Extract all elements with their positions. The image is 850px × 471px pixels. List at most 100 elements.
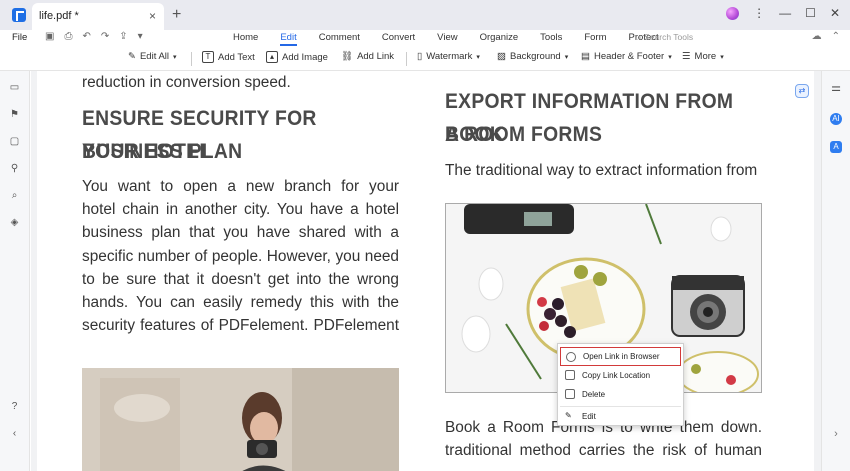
add-image-button[interactable]: ▴ Add Image: [266, 51, 328, 63]
translate-icon[interactable]: A: [830, 141, 842, 153]
toolbar-divider: [406, 52, 407, 66]
link-icon: ⛓: [341, 51, 354, 62]
document-tab-title: life.pdf *: [39, 10, 79, 22]
tab-edit[interactable]: Edit: [280, 32, 297, 46]
pdf-page[interactable]: reduction in conversion speed. ENSURE SE…: [37, 71, 814, 471]
background-label: Background: [509, 51, 561, 62]
add-text-button[interactable]: T Add Text: [202, 51, 255, 63]
bookmark-icon[interactable]: ⚑: [9, 109, 20, 120]
header-footer-icon: ▤: [581, 51, 590, 62]
undo-icon[interactable]: ↶: [82, 31, 90, 42]
tab-home[interactable]: Home: [233, 32, 258, 46]
paragraph-line: You want to open a new branch for your: [82, 178, 399, 195]
app-logo-icon: [12, 8, 26, 22]
header-footer-button[interactable]: ▤ Header & Footer ▾: [581, 51, 672, 62]
copy-location-label: Copy Link Location: [582, 371, 651, 380]
left-sidebar: ▭ ⚑ ▢ ⚲ ⌕ ◈ ? ‹: [0, 71, 30, 471]
tab-convert[interactable]: Convert: [382, 32, 415, 46]
comment-icon[interactable]: ▢: [9, 136, 20, 147]
collapse-left-icon[interactable]: ‹: [9, 428, 20, 439]
cloud-upload-icon[interactable]: ☁: [812, 31, 822, 42]
properties-icon[interactable]: ⚌: [830, 82, 842, 94]
chevron-down-icon: ▾: [720, 53, 724, 61]
tab-comment[interactable]: Comment: [319, 32, 360, 46]
image-icon: ▴: [266, 51, 278, 63]
tab-view[interactable]: View: [437, 32, 457, 46]
right-sidebar: ⚌ AI A ›: [821, 71, 850, 471]
document-viewer: reduction in conversion speed. ENSURE SE…: [31, 71, 821, 471]
watermark-icon: ▯: [417, 51, 423, 62]
collapse-right-icon[interactable]: ›: [830, 428, 842, 440]
edit-item[interactable]: ✎ Edit: [560, 407, 681, 426]
maximize-icon[interactable]: ☐: [805, 6, 816, 20]
chevron-down-icon: ▾: [173, 53, 177, 61]
translate-badge-icon[interactable]: ⇄: [795, 84, 809, 98]
paragraph-line: hands. You can easily remedy this with t…: [82, 294, 399, 312]
page-thumbnail-icon[interactable]: ▭: [9, 82, 20, 93]
more-label: More: [694, 51, 717, 62]
search-tools-placeholder: Search Tools: [644, 32, 694, 42]
add-image-label: Add Image: [282, 51, 328, 63]
add-text-label: Add Text: [218, 51, 255, 63]
right-intro-text: The traditional way to extract informati…: [445, 162, 758, 179]
quick-access-toolbar: ▣ ⎙ ↶ ↷ ⇪ ▾: [45, 31, 143, 42]
chevron-down-icon: ▾: [668, 53, 672, 61]
search-tools-field[interactable]: ⌕ Search Tools: [637, 32, 693, 43]
add-link-label: Add Link: [357, 51, 395, 62]
right-heading-line-2: A ROOM FORMS: [445, 123, 603, 146]
close-tab-icon[interactable]: ×: [149, 9, 156, 23]
more-button[interactable]: ☰ More ▾: [682, 51, 724, 62]
toolbar-divider: [191, 52, 192, 66]
paragraph-line: hotel chain in another city. You have a …: [82, 201, 399, 219]
layers-icon[interactable]: ◈: [9, 217, 20, 228]
help-icon[interactable]: ?: [9, 401, 20, 412]
avatar[interactable]: [726, 6, 740, 20]
delete-item[interactable]: Delete: [560, 385, 681, 404]
print-icon[interactable]: ⎙: [64, 31, 72, 42]
ai-assistant-icon[interactable]: AI: [830, 113, 842, 125]
share-icon[interactable]: ⇪: [119, 31, 127, 42]
paragraph-line: security features of PDFelement. PDFelem…: [82, 317, 399, 335]
edit-pencil-icon: ✎: [565, 411, 572, 420]
paragraph-line: specific number of people. However, you …: [82, 247, 399, 265]
link-context-menu: Open Link in Browser Copy Link Location …: [557, 343, 684, 426]
open-link-label: Open Link in Browser: [583, 352, 660, 361]
attachment-icon[interactable]: ⚲: [9, 163, 20, 174]
header-footer-label: Header & Footer: [593, 51, 665, 62]
background-button[interactable]: ▨ Background ▾: [497, 51, 568, 62]
pencil-icon: ✎: [128, 51, 136, 62]
chevron-down-icon: ▾: [564, 53, 569, 61]
left-paragraph: You want to open a new branch for your h…: [82, 175, 399, 337]
chevron-down-icon: ▾: [476, 53, 480, 61]
menu-bar: File ▣ ⎙ ↶ ↷ ⇪ ▾ Home Edit Comment Conve…: [0, 30, 850, 47]
file-menu[interactable]: File: [12, 32, 27, 43]
save-icon[interactable]: ▣: [45, 31, 54, 42]
tab-tools[interactable]: Tools: [540, 32, 562, 46]
open-link-in-browser-item[interactable]: Open Link in Browser: [560, 347, 681, 366]
new-tab-icon[interactable]: +: [172, 6, 181, 24]
document-tab[interactable]: life.pdf * ×: [32, 3, 164, 30]
menu-lines-icon: ☰: [682, 51, 691, 62]
close-window-icon[interactable]: ✕: [830, 6, 840, 20]
trash-icon: [565, 389, 575, 399]
dropdown-icon[interactable]: ▾: [138, 31, 143, 42]
woman-camera-image[interactable]: [82, 368, 399, 471]
left-heading-line-2: BUSINESS PLAN: [82, 140, 243, 163]
search-icon[interactable]: ⌕: [9, 190, 20, 201]
expand-icon[interactable]: ⌃: [832, 31, 840, 42]
minimize-icon[interactable]: —: [779, 6, 791, 20]
watermark-label: Watermark: [426, 51, 473, 62]
copy-link-location-item[interactable]: Copy Link Location: [560, 366, 681, 385]
paragraph-line: business plan that you have shared with …: [82, 224, 399, 242]
paragraph-line: traditional method carries the risk of h…: [445, 442, 762, 460]
more-options-icon[interactable]: ⋮: [753, 6, 765, 20]
add-link-button[interactable]: ⛓ Add Link: [341, 51, 394, 62]
tab-form[interactable]: Form: [584, 32, 606, 46]
watermark-button[interactable]: ▯ Watermark ▾: [417, 51, 480, 62]
background-icon: ▨: [497, 51, 506, 62]
tab-organize[interactable]: Organize: [480, 32, 519, 46]
edit-all-button[interactable]: ✎ Edit All ▾: [128, 51, 177, 62]
window-controls: ⋮ — ☐ ✕: [726, 6, 840, 20]
redo-icon[interactable]: ↷: [101, 31, 109, 42]
text-box-icon: T: [202, 51, 214, 63]
